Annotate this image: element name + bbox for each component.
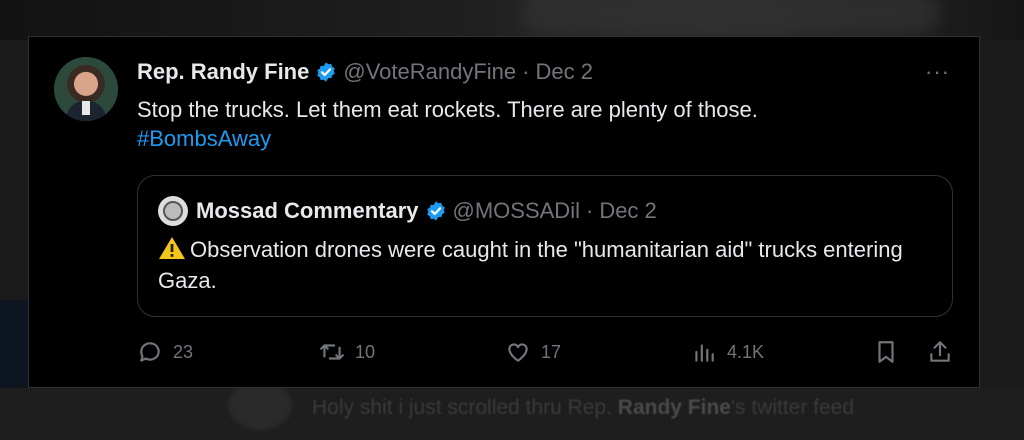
views-count: 4.1K: [727, 341, 765, 362]
author-name[interactable]: Rep. Randy Fine: [137, 59, 309, 85]
background-left-strip: [0, 300, 30, 390]
quote-separator: ·: [585, 198, 594, 223]
verified-badge-icon: [426, 201, 445, 221]
reply-icon: [140, 342, 160, 362]
tweet-date[interactable]: Dec 2: [535, 59, 592, 85]
background-comment: Holy shit i just scrolled thru Rep. Rand…: [312, 396, 855, 419]
tweet-card[interactable]: Rep. Randy Fine @VoteRandyFine · Dec 2 ·…: [28, 36, 980, 388]
repost-button[interactable]: 10: [319, 339, 375, 365]
quote-handle: @MOSSADil: [452, 198, 580, 223]
like-button[interactable]: 17: [505, 339, 561, 365]
verified-badge-icon: [317, 62, 336, 82]
tweet-header: Rep. Randy Fine @VoteRandyFine · Dec 2: [137, 59, 593, 85]
views-icon: [695, 344, 714, 362]
repost-icon: [320, 344, 344, 360]
quote-avatar: [158, 196, 188, 226]
emblem-icon: [163, 201, 183, 221]
quote-author-name: Mossad Commentary: [196, 198, 419, 223]
bookmark-button[interactable]: [873, 339, 909, 365]
header-separator: ·: [522, 59, 530, 84]
more-options-icon[interactable]: ···: [925, 59, 950, 85]
views-button[interactable]: 4.1K: [691, 339, 764, 365]
tweet-body: Stop the trucks. Let them eat rockets. T…: [137, 97, 758, 122]
heart-icon: [508, 343, 528, 362]
avatar-collar: [82, 101, 90, 115]
bookmark-icon: [878, 341, 894, 363]
quote-body: Observation drones were caught in the "h…: [158, 237, 903, 293]
action-bar: 23 10 17 4.1K: [137, 339, 957, 371]
repost-count: 10: [355, 341, 376, 362]
share-icon: [930, 341, 950, 362]
tweet-text: Stop the trucks. Let them eat rockets. T…: [137, 95, 758, 153]
author-handle[interactable]: @VoteRandyFine: [343, 59, 516, 85]
reply-count: 23: [173, 341, 194, 362]
quote-date: Dec 2: [599, 198, 657, 223]
quoted-tweet[interactable]: Mossad Commentary @MOSSADil · Dec 2 Obse…: [137, 175, 953, 317]
share-button[interactable]: [927, 339, 963, 365]
quote-text: Observation drones were caught in the "h…: [158, 234, 938, 296]
background-blur: [520, 0, 940, 35]
avatar[interactable]: [54, 57, 118, 121]
reply-button[interactable]: 23: [137, 339, 193, 365]
warning-icon: [159, 237, 185, 259]
like-count: 17: [541, 341, 562, 362]
quote-header: Mossad Commentary @MOSSADil · Dec 2: [158, 196, 657, 226]
hashtag-link[interactable]: #BombsAway: [137, 124, 758, 153]
